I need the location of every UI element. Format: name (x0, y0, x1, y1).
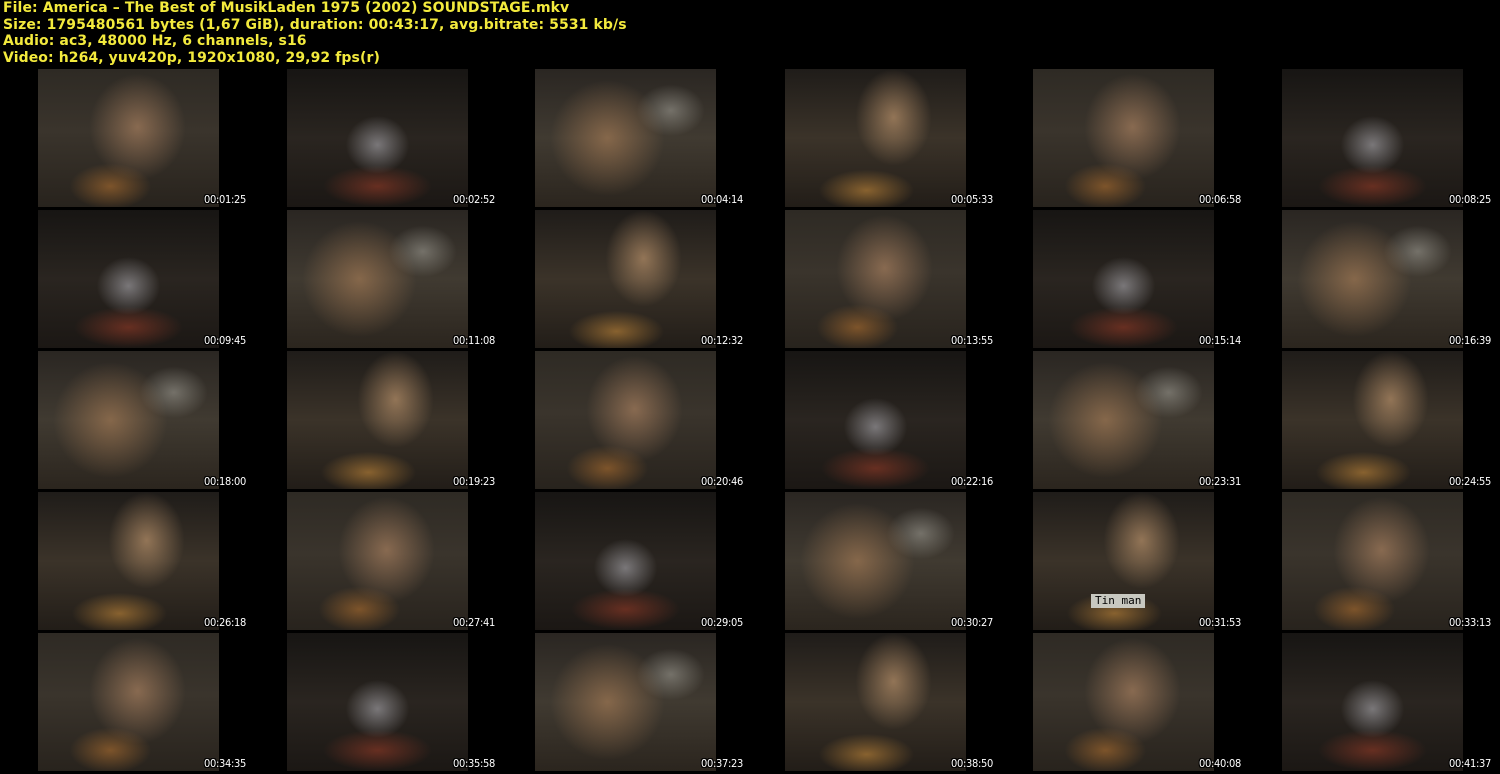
thumbnail: 00:38:50 (785, 633, 996, 771)
timecode-label: 00:06:58 (1198, 193, 1241, 206)
video-frame-image (1282, 492, 1463, 630)
thumbnail: 00:37:23 (535, 633, 746, 771)
video-frame-image (1033, 69, 1214, 207)
thumbnail: 00:18:00 (38, 351, 249, 489)
thumbnail: 00:12:32 (535, 210, 746, 348)
thumbnail: 00:15:14 (1033, 210, 1244, 348)
audio-info-line: Audio: ac3, 48000 Hz, 6 channels, s16 (3, 33, 307, 49)
timecode-label: 00:19:23 (452, 475, 495, 488)
thumbnail: 00:09:45 (38, 210, 249, 348)
video-frame-image (287, 69, 468, 207)
video-frame-image (785, 351, 966, 489)
video-frame-image (535, 210, 716, 348)
video-frame-image (1282, 69, 1463, 207)
thumbnail: 00:33:13 (1282, 492, 1494, 630)
timecode-label: 00:31:53 (1198, 616, 1241, 629)
thumbnail: 00:01:25 (38, 69, 249, 207)
thumbnail: 00:41:37 (1282, 633, 1494, 771)
timecode-label: 00:41:37 (1448, 757, 1491, 770)
thumbnail: 00:29:05 (535, 492, 746, 630)
timecode-label: 00:05:33 (950, 193, 993, 206)
video-frame-image (1033, 633, 1214, 771)
file-size-line: Size: 1795480561 bytes (1,67 GiB), durat… (3, 16, 627, 33)
video-frame-image (785, 69, 966, 207)
thumbnail: 00:24:55 (1282, 351, 1494, 489)
timecode-label: 00:02:52 (452, 193, 495, 206)
video-frame-image (535, 492, 716, 630)
thumbnail: 00:35:58 (287, 633, 498, 771)
timecode-label: 00:12:32 (700, 334, 743, 347)
video-frame-image (1282, 210, 1463, 348)
timecode-label: 00:22:16 (950, 475, 993, 488)
thumbnail: 00:19:23 (287, 351, 498, 489)
thumbnail: 00:06:58 (1033, 69, 1244, 207)
timecode-label: 00:35:58 (452, 757, 495, 770)
video-frame-image (287, 492, 468, 630)
timecode-label: 00:01:25 (203, 193, 246, 206)
video-frame-image (1282, 351, 1463, 489)
thumbnail-grid: 00:01:25 00:02:52 00:04:14 00:05:33 00:06:58… (0, 69, 1500, 774)
timecode-label: 00:20:46 (700, 475, 743, 488)
thumbnail: 00:27:41 (287, 492, 498, 630)
timecode-label: 00:26:18 (203, 616, 246, 629)
video-frame-image (38, 351, 219, 489)
video-frame-image (38, 210, 219, 348)
timecode-label: 00:40:08 (1198, 757, 1241, 770)
timecode-label: 00:04:14 (700, 193, 743, 206)
video-frame-image (785, 633, 966, 771)
thumbnail: 00:23:31 (1033, 351, 1244, 489)
timecode-label: 00:29:05 (700, 616, 743, 629)
thumbnail: 00:13:55 (785, 210, 996, 348)
thumbnail: 00:04:14 (535, 69, 746, 207)
thumbnail: 00:08:25 (1282, 69, 1494, 207)
thumbnail: 00:40:08 (1033, 633, 1244, 771)
song-title-caption: Tin man (1091, 594, 1146, 608)
timecode-label: 00:33:13 (1448, 616, 1491, 629)
timecode-label: 00:11:08 (452, 334, 495, 347)
video-frame-image (287, 351, 468, 489)
video-frame-image (287, 633, 468, 771)
thumbnail: 00:20:46 (535, 351, 746, 489)
timecode-label: 00:38:50 (950, 757, 993, 770)
file-info-header: File: America – The Best of MusikLaden 1… (3, 0, 627, 66)
thumbnail: 00:05:33 (785, 69, 996, 207)
video-frame-image (287, 210, 468, 348)
video-frame-image (38, 633, 219, 771)
timecode-label: 00:24:55 (1448, 475, 1491, 488)
thumbnail: 00:11:08 (287, 210, 498, 348)
timecode-label: 00:30:27 (950, 616, 993, 629)
video-frame-image (785, 492, 966, 630)
video-frame-image (535, 69, 716, 207)
thumbnail: 00:26:18 (38, 492, 249, 630)
video-info-line: Video: h264, yuv420p, 1920x1080, 29,92 f… (3, 49, 380, 66)
timecode-label: 00:15:14 (1198, 334, 1241, 347)
timecode-label: 00:34:35 (203, 757, 246, 770)
video-frame-image (1033, 351, 1214, 489)
thumbnail: 00:30:27 (785, 492, 996, 630)
timecode-label: 00:13:55 (950, 334, 993, 347)
timecode-label: 00:16:39 (1448, 334, 1491, 347)
timecode-label: 00:37:23 (700, 757, 743, 770)
video-frame-image (1282, 633, 1463, 771)
video-frame-image (785, 210, 966, 348)
file-name-line: File: America – The Best of MusikLaden 1… (3, 0, 570, 16)
video-frame-image (535, 351, 716, 489)
timecode-label: 00:27:41 (452, 616, 495, 629)
timecode-label: 00:08:25 (1448, 193, 1491, 206)
timecode-label: 00:09:45 (203, 334, 246, 347)
timecode-label: 00:18:00 (203, 475, 246, 488)
video-frame-image (38, 69, 219, 207)
thumbnail: 00:22:16 (785, 351, 996, 489)
timecode-label: 00:23:31 (1198, 475, 1241, 488)
video-frame-image (1033, 492, 1214, 630)
thumbnail: 00:31:53 Tin man (1033, 492, 1244, 630)
video-frame-image (535, 633, 716, 771)
thumbnail: 00:34:35 (38, 633, 249, 771)
thumbnail: 00:02:52 (287, 69, 498, 207)
video-frame-image (1033, 210, 1214, 348)
video-frame-image (38, 492, 219, 630)
thumbnail: 00:16:39 (1282, 210, 1494, 348)
